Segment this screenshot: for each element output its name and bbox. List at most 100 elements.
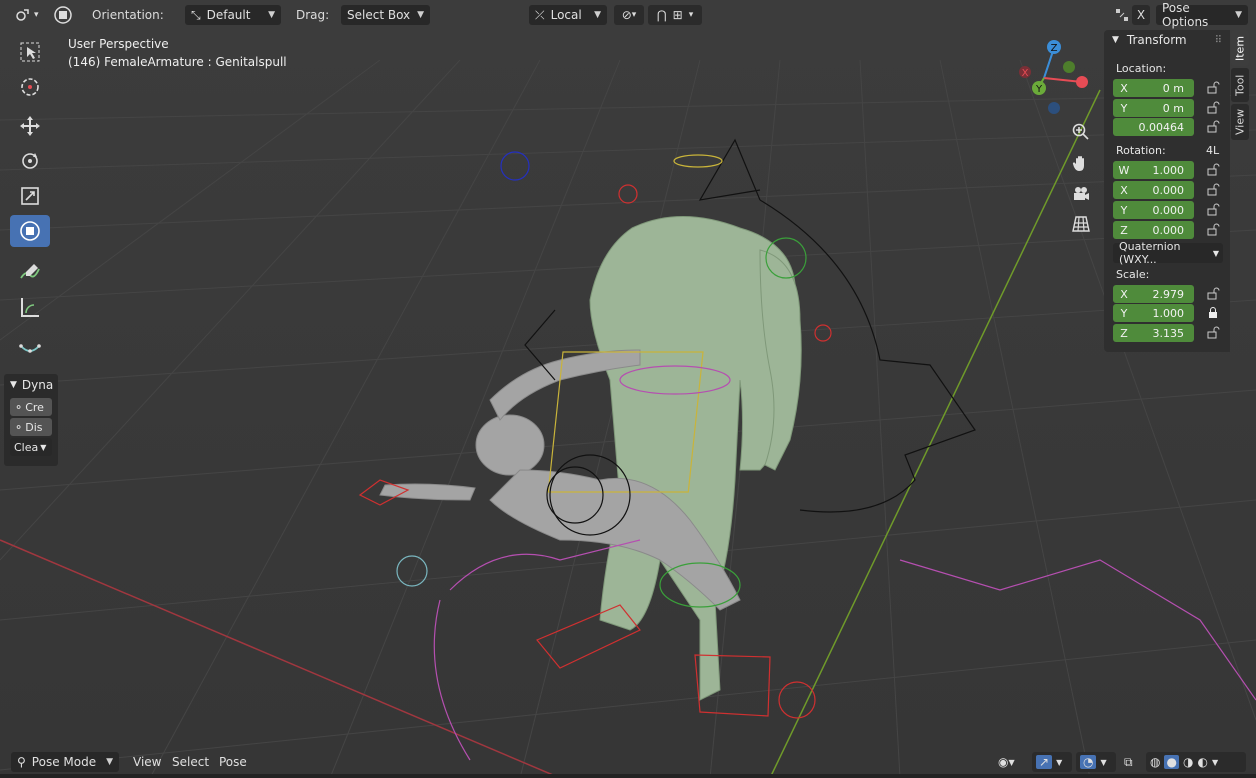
lock-icon[interactable] [1206, 120, 1220, 134]
select-box-tool[interactable] [10, 36, 50, 68]
chevron-down-icon: ▼ [1212, 248, 1219, 258]
wireframe-shading-icon[interactable]: ◍ [1150, 755, 1160, 769]
navigation-gizmo[interactable]: Z X Y [1010, 36, 1100, 118]
pan-button[interactable] [1067, 149, 1095, 177]
location-x-field[interactable]: X 0 m [1113, 79, 1194, 97]
scale-label: Scale: [1116, 268, 1150, 281]
pivot-dropdown[interactable]: ⤫ Local ▼ [529, 5, 607, 25]
lock-icon[interactable] [1206, 81, 1220, 95]
rotation-w-axis: W [1118, 163, 1130, 177]
shading-mode-group[interactable]: ◍ ● ◑ ◐ ▼ [1146, 752, 1246, 772]
measure-tool[interactable] [10, 291, 50, 323]
dyna-panel-header[interactable]: ▼ Dyna [4, 374, 58, 396]
material-shading-icon[interactable]: ◑ [1183, 755, 1193, 769]
chevron-down-icon: ▼ [417, 10, 424, 20]
scale-tool[interactable] [10, 180, 50, 212]
chevron-down-icon: ▼ [40, 442, 47, 452]
scale-z-field[interactable]: Z 3.135 [1113, 324, 1194, 342]
transform-title: Transform [1126, 33, 1187, 47]
orientation-dropdown[interactable]: ⤡ Default ▼ [185, 5, 281, 25]
scale-y-axis: Y [1120, 306, 1128, 320]
gizmo-toggle[interactable]: ↗ ▼ [1032, 752, 1072, 772]
zoom-button[interactable] [1067, 118, 1095, 146]
rotation-z-field[interactable]: Z 0.000 [1113, 221, 1194, 239]
shading-overlay-icon[interactable] [1114, 5, 1130, 25]
transform-pivot-button[interactable] [52, 5, 74, 25]
lock-icon[interactable] [1206, 183, 1220, 197]
tab-item[interactable]: Item [1231, 30, 1249, 66]
transform-panel-header[interactable]: ▼ Transform ⠿ [1104, 30, 1230, 50]
editor-type-button[interactable]: ▾ [12, 5, 39, 25]
scale-x-field[interactable]: X 2.979 [1113, 285, 1194, 303]
solid-shading-icon[interactable]: ● [1164, 755, 1179, 769]
menu-pose[interactable]: Pose [219, 752, 247, 772]
lock-icon[interactable] [1206, 287, 1220, 301]
tab-view[interactable]: View [1231, 104, 1249, 140]
orientation-icon: ⤡ [191, 7, 201, 22]
lock-closed-icon[interactable] [1206, 306, 1220, 320]
object-info-label: (146) FemaleArmature : Genitalspull [68, 55, 287, 69]
scale-x-value: 2.979 [1152, 287, 1185, 301]
xray-toggle[interactable]: ⧉ [1124, 752, 1133, 772]
chevron-down-icon: ▼ [1100, 757, 1107, 767]
rotation-y-axis: Y [1120, 203, 1128, 217]
lock-icon[interactable] [1206, 223, 1220, 237]
dyna-dissolve-button[interactable]: ⚬ Dis [10, 418, 52, 436]
pose-options-dropdown[interactable]: Pose Options ▼ [1156, 1, 1248, 29]
cursor-tool[interactable] [10, 71, 50, 103]
bottom-header: ⚲ Pose Mode ▼ View Select Pose ◉ ▼ ↗ ▼ ◔ ▼ … [0, 750, 1256, 774]
location-z-value: 0.00464 [1138, 120, 1185, 134]
snap-toggle-button[interactable]: ⋂ ⊞ ▾ [648, 5, 702, 25]
lock-icon[interactable] [1206, 101, 1220, 115]
remove-bone-icon: ⚬ [14, 420, 24, 434]
snap-target-button[interactable]: ⊘ ▾ [614, 5, 644, 25]
x-mirror-button[interactable]: X [1132, 5, 1150, 25]
gizmo-x-label: X [1022, 68, 1029, 79]
annotate-tool[interactable] [10, 256, 50, 288]
location-y-value: 0 m [1162, 101, 1184, 115]
scale-y-field[interactable]: Y 1.000 [1113, 304, 1194, 322]
transform-tool[interactable] [10, 215, 50, 247]
scale-x-axis: X [1120, 287, 1128, 301]
camera-view-button[interactable] [1067, 180, 1095, 208]
add-bone-icon: ⚬ [14, 400, 24, 414]
rendered-shading-icon[interactable]: ◐ [1197, 755, 1207, 769]
lock-icon[interactable] [1206, 326, 1220, 340]
mode-dropdown[interactable]: ⚲ Pose Mode ▼ [11, 752, 119, 772]
tab-tool[interactable]: Tool [1231, 68, 1249, 102]
chevron-down-icon: ▼ [268, 10, 275, 20]
location-x-axis: X [1120, 81, 1128, 95]
grid-icon [1072, 216, 1090, 232]
rotation-mode-short[interactable]: 4L [1206, 144, 1219, 157]
move-tool[interactable] [10, 110, 50, 142]
pivot-value: Local [550, 8, 582, 22]
visibility-dropdown[interactable]: ◉ ▼ [998, 752, 1028, 772]
perspective-toggle-button[interactable] [1067, 210, 1095, 238]
lock-icon[interactable] [1206, 163, 1220, 177]
rotation-mode-dropdown[interactable]: Quaternion (WXY... ▼ [1113, 240, 1223, 266]
gizmo-icon: ↗ [1036, 755, 1053, 769]
drag-handle-icon[interactable]: ⠿ [1215, 35, 1222, 46]
rotate-tool[interactable] [10, 145, 50, 177]
menu-view[interactable]: View [133, 752, 161, 772]
menu-select[interactable]: Select [172, 752, 209, 772]
pose-mode-icon: ⚲ [17, 755, 26, 769]
orientation-value: Default [206, 8, 251, 22]
dyna-clear-dropdown[interactable]: Clea ▼ [10, 438, 52, 456]
drag-dropdown[interactable]: Select Box ▼ [341, 5, 430, 25]
bone-envelope-tool[interactable] [10, 332, 50, 364]
location-y-field[interactable]: Y 0 m [1113, 99, 1194, 117]
location-z-field[interactable]: 0.00464 [1113, 118, 1194, 136]
rotation-w-field[interactable]: W 1.000 [1113, 161, 1194, 179]
chevron-down-icon: ▼ [1008, 757, 1015, 767]
lock-icon[interactable] [1206, 203, 1220, 217]
measure-icon [21, 298, 39, 317]
rotation-y-field[interactable]: Y 0.000 [1113, 201, 1194, 219]
location-label: Location: [1116, 62, 1167, 75]
hand-icon [1072, 156, 1084, 171]
header-toolbar: ▾ Orientation: ⤡ Default ▼ Drag: Select … [0, 0, 1256, 30]
rotation-x-field[interactable]: X 0.000 [1113, 181, 1194, 199]
dyna-create-button[interactable]: ⚬ Cre [10, 398, 52, 416]
overlay-toggle[interactable]: ◔ ▼ [1076, 752, 1116, 772]
camera-icon [1074, 187, 1089, 200]
